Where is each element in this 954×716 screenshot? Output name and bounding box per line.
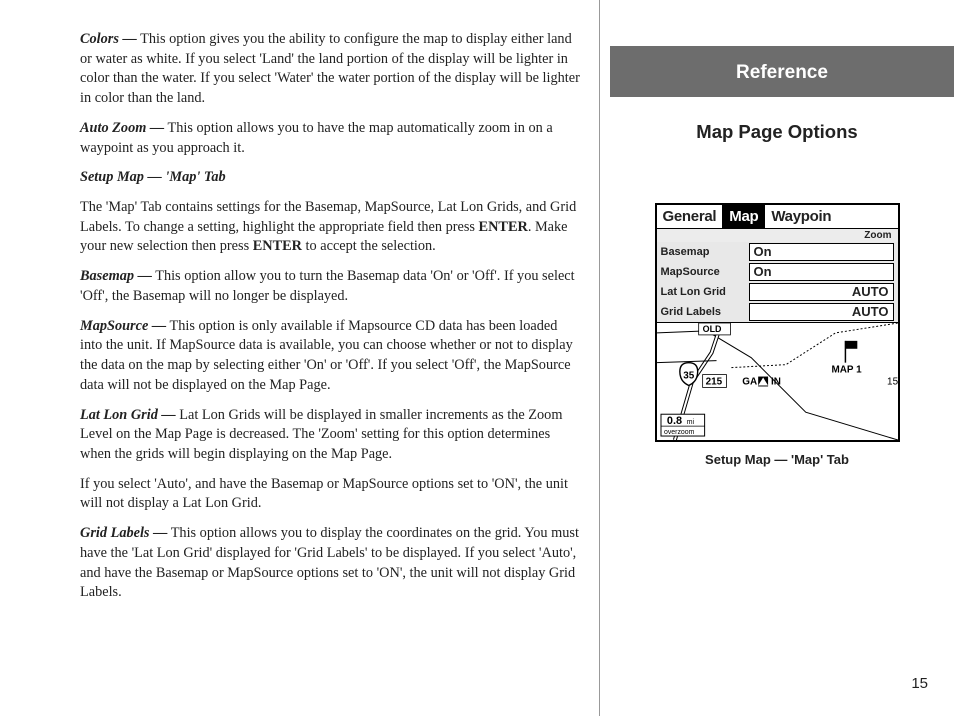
tab-map[interactable]: Map — [723, 205, 765, 228]
subhead-setupmap: Setup Map — 'Map' Tab — [80, 168, 581, 188]
label-latlon: Lat Lon Grid — — [80, 407, 176, 423]
sidebar-column: Reference Map Page Options General Map W… — [600, 0, 954, 716]
map-overzoom: overzoom — [663, 429, 694, 436]
zoom-header: Zoom — [657, 229, 898, 242]
para-basemap: Basemap — This option allow you to turn … — [80, 267, 581, 306]
device-tabs: General Map Waypoin — [657, 205, 898, 229]
device-map-preview: OLD 35 215 MAP 1 GA IN — [657, 322, 898, 440]
value-gridlabels[interactable]: AUTO — [749, 303, 894, 321]
reference-banner: Reference — [610, 46, 954, 97]
label-basemap: Basemap — — [80, 268, 152, 284]
para-latlon: Lat Lon Grid — Lat Lon Grids will be dis… — [80, 406, 581, 465]
label-gridlabels: Grid Labels — — [80, 525, 167, 541]
row-latlon: Lat Lon Grid AUTO — [657, 282, 898, 302]
map-highway-shield: 35 — [683, 371, 695, 382]
label-colors: Colors — — [80, 31, 137, 47]
para-mapsource: MapSource — This option is only availabl… — [80, 317, 581, 396]
page-number: 15 — [911, 675, 928, 692]
row-gridlabels: Grid Labels AUTO — [657, 302, 898, 322]
value-mapsource[interactable]: On — [749, 263, 894, 281]
map-brand-left: GA — [742, 376, 757, 387]
device-settings: Basemap On MapSource On Lat Lon Grid AUT… — [657, 242, 898, 322]
para-autozoom: Auto Zoom — This option allows you to ha… — [80, 119, 581, 158]
label-basemap-row: Basemap — [661, 246, 749, 258]
map-scale-value: 0.8 — [666, 415, 681, 427]
main-text-column: Colors — This option gives you the abili… — [0, 0, 600, 716]
label-gridlabels-row: Grid Labels — [661, 306, 749, 318]
row-mapsource: MapSource On — [657, 262, 898, 282]
para-gridlabels: Grid Labels — This option allows you to … — [80, 524, 581, 603]
map-old-label: OLD — [702, 324, 721, 334]
tab-waypoint[interactable]: Waypoin — [765, 205, 897, 228]
para-setupmap: The 'Map' Tab contains settings for the … — [80, 198, 581, 257]
label-mapsource-row: MapSource — [661, 266, 749, 278]
label-autozoom: Auto Zoom — — [80, 120, 164, 136]
body-basemap: This option allow you to turn the Basema… — [80, 268, 575, 304]
enter-key-1: ENTER — [479, 219, 528, 235]
value-basemap[interactable]: On — [749, 243, 894, 261]
map-scale-right: 15 — [887, 376, 898, 387]
page-subtitle: Map Page Options — [620, 121, 934, 143]
label-latlon-row: Lat Lon Grid — [661, 286, 749, 298]
map-brand-right: IN — [771, 376, 781, 387]
tab-general[interactable]: General — [657, 205, 724, 228]
map-exit-label: 215 — [705, 376, 722, 387]
map-flag-label: MAP 1 — [831, 365, 862, 376]
device-caption: Setup Map — 'Map' Tab — [655, 452, 900, 467]
para-colors: Colors — This option gives you the abili… — [80, 30, 581, 109]
para-latlon2: If you select 'Auto', and have the Basem… — [80, 475, 581, 514]
enter-key-2: ENTER — [253, 238, 302, 254]
map-scale-unit: mi — [686, 419, 694, 426]
device-screenshot: General Map Waypoin Zoom Basemap On MapS… — [655, 203, 900, 467]
row-basemap: Basemap On — [657, 242, 898, 262]
body-colors: This option gives you the ability to con… — [80, 31, 580, 106]
label-mapsource: MapSource — — [80, 318, 166, 334]
value-latlon[interactable]: AUTO — [749, 283, 894, 301]
